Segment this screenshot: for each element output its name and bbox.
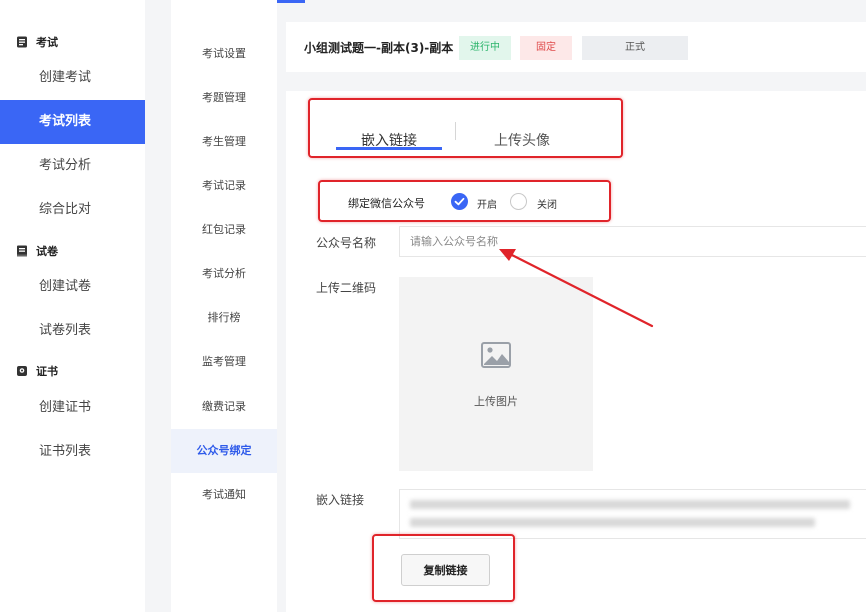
subnav-item-exam-settings[interactable]: 考试设置 xyxy=(171,32,277,76)
subnav-item-exam-analysis[interactable]: 考试分析 xyxy=(171,252,277,296)
qr-upload-label: 上传二维码 xyxy=(316,281,377,295)
active-tab-underline xyxy=(336,147,442,150)
exam-title: 小组测试题一-副本(3)-副本 xyxy=(304,41,454,55)
subnav-item-exam-records[interactable]: 考试记录 xyxy=(171,164,277,208)
subnav-item-red-packet-records[interactable]: 红包记录 xyxy=(171,208,277,252)
certificate-icon xyxy=(16,365,28,377)
sidebar-item-exam-list[interactable]: 考试列表 xyxy=(0,100,145,144)
tab-upload-avatar[interactable]: 上传头像 xyxy=(494,130,550,150)
exam-sub-nav: 考试设置 考题管理 考生管理 考试记录 红包记录 考试分析 排行榜 监考管理 缴… xyxy=(171,0,277,612)
blurred-link-text xyxy=(410,518,815,527)
sidebar-section-certificate: 证书 xyxy=(16,363,58,379)
sidebar-item-create-certificate[interactable]: 创建证书 xyxy=(0,386,145,430)
subnav-item-payment-records[interactable]: 缴费记录 xyxy=(171,385,277,429)
radio-disable-label[interactable]: 关闭 xyxy=(537,196,557,211)
check-icon xyxy=(454,197,465,206)
upload-image-text: 上传图片 xyxy=(474,395,518,408)
sidebar-section-exam: 考试 xyxy=(16,34,58,50)
exam-doc-icon xyxy=(16,36,28,48)
radio-enable-label[interactable]: 开启 xyxy=(477,196,497,211)
sidebar-item-paper-list[interactable]: 试卷列表 xyxy=(0,309,145,353)
account-name-label: 公众号名称 xyxy=(316,236,377,250)
paper-book-icon xyxy=(16,245,28,257)
status-badge: 进行中 xyxy=(459,36,511,60)
subnav-item-candidate-management[interactable]: 考生管理 xyxy=(171,120,277,164)
subnav-item-question-management[interactable]: 考题管理 xyxy=(171,76,277,120)
subnav-item-leaderboard[interactable]: 排行榜 xyxy=(171,296,277,340)
sidebar-item-create-paper[interactable]: 创建试卷 xyxy=(0,265,145,309)
left-sidebar: 考试 创建考试 考试列表 考试分析 综合比对 试卷 创建试卷 试卷列表 证书 创… xyxy=(0,0,145,612)
exam-header: 小组测试题一-副本(3)-副本 进行中 固定 正式 xyxy=(286,22,866,72)
sidebar-section-title: 证书 xyxy=(36,365,58,378)
fixed-badge: 固定 xyxy=(520,36,572,60)
subnav-item-proctoring[interactable]: 监考管理 xyxy=(171,340,277,384)
radio-disable[interactable] xyxy=(510,193,527,210)
sidebar-section-title: 试卷 xyxy=(36,245,58,258)
sidebar-item-certificate-list[interactable]: 证书列表 xyxy=(0,430,145,474)
sidebar-item-exam-analysis[interactable]: 考试分析 xyxy=(0,144,145,188)
subnav-item-wechat-binding[interactable]: 公众号绑定 xyxy=(171,429,277,473)
bind-wechat-label: 绑定微信公众号 xyxy=(348,197,425,210)
image-icon xyxy=(481,342,511,368)
sidebar-item-create-exam[interactable]: 创建考试 xyxy=(0,56,145,100)
tab-divider xyxy=(455,122,456,140)
sidebar-section-paper: 试卷 xyxy=(16,243,58,259)
embed-link-label: 嵌入链接 xyxy=(316,493,365,507)
subnav-item-exam-notifications[interactable]: 考试通知 xyxy=(171,473,277,517)
mode-badge: 正式 xyxy=(582,36,688,60)
blurred-link-text xyxy=(410,500,850,509)
radio-enable[interactable] xyxy=(451,193,468,210)
account-name-input[interactable] xyxy=(399,226,866,257)
sidebar-section-title: 考试 xyxy=(36,36,58,49)
qr-upload-area[interactable]: 上传图片 xyxy=(399,277,593,471)
copy-link-button[interactable]: 复制链接 xyxy=(401,554,490,586)
sidebar-item-comparison[interactable]: 综合比对 xyxy=(0,188,145,232)
embed-link-field[interactable] xyxy=(399,489,866,539)
